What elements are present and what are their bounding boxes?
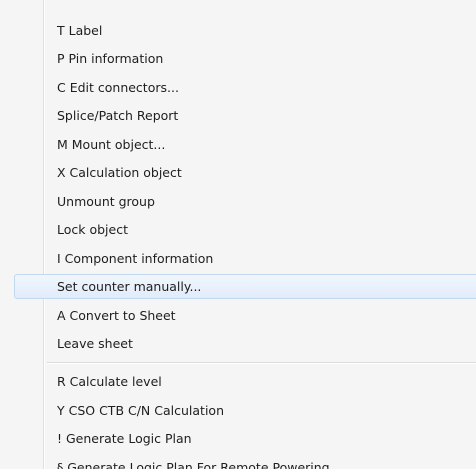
menu-item-pin-information[interactable]: P Pin information bbox=[14, 46, 476, 71]
menu-separator bbox=[47, 362, 476, 364]
menu-item-generate-logic-plan-remote-powering[interactable]: § Generate Logic Plan For Remote Powerin… bbox=[14, 455, 476, 469]
menu-item-text: A Convert to Sheet bbox=[57, 308, 176, 323]
menu-item-text: § Generate Logic Plan For Remote Powerin… bbox=[57, 460, 330, 469]
menu-item-splice-patch-report[interactable]: Splice/Patch Report bbox=[14, 103, 476, 128]
menu-item-set-counter-manually[interactable]: Set counter manually... bbox=[14, 274, 476, 299]
menu-item-text: Lock object bbox=[57, 222, 128, 237]
menu-item-text: P Pin information bbox=[57, 51, 164, 66]
menu-item-unmount-group[interactable]: Unmount group bbox=[14, 189, 476, 214]
menu-item-mount-object[interactable]: M Mount object... bbox=[14, 132, 476, 157]
menu-item-component-information[interactable]: I Component information bbox=[14, 246, 476, 271]
menu-item-text: Splice/Patch Report bbox=[57, 108, 179, 123]
menu-item-label[interactable]: T Label bbox=[14, 18, 476, 43]
context-menu: T Label P Pin information C Edit connect… bbox=[0, 0, 476, 469]
menu-item-text: X Calculation object bbox=[57, 165, 182, 180]
menu-item-text: I Component information bbox=[57, 251, 214, 266]
menu-item-text: Unmount group bbox=[57, 194, 155, 209]
menu-item-generate-logic-plan[interactable]: ! Generate Logic Plan bbox=[14, 426, 476, 451]
menu-item-cso-ctb-cn-calculation[interactable]: Y CSO CTB C/N Calculation bbox=[14, 398, 476, 423]
menu-item-edit-connectors[interactable]: C Edit connectors... bbox=[14, 75, 476, 100]
menu-item-text: T Label bbox=[57, 23, 103, 38]
menu-item-leave-sheet[interactable]: Leave sheet bbox=[14, 331, 476, 356]
menu-item-text: Y CSO CTB C/N Calculation bbox=[57, 403, 224, 418]
menu-item-text: M Mount object... bbox=[57, 137, 166, 152]
menu-item-text: ! Generate Logic Plan bbox=[57, 431, 192, 446]
menu-item-calculate-level[interactable]: R Calculate level bbox=[14, 369, 476, 394]
menu-item-text: C Edit connectors... bbox=[57, 80, 179, 95]
menu-item-convert-to-sheet[interactable]: A Convert to Sheet bbox=[14, 303, 476, 328]
menu-item-calculation-object[interactable]: X Calculation object bbox=[14, 160, 476, 185]
menu-item-text: Leave sheet bbox=[57, 336, 133, 351]
menu-item-text: R Calculate level bbox=[57, 374, 162, 389]
menu-item-lock-object[interactable]: Lock object bbox=[14, 217, 476, 242]
menu-item-text: Set counter manually... bbox=[57, 279, 202, 294]
